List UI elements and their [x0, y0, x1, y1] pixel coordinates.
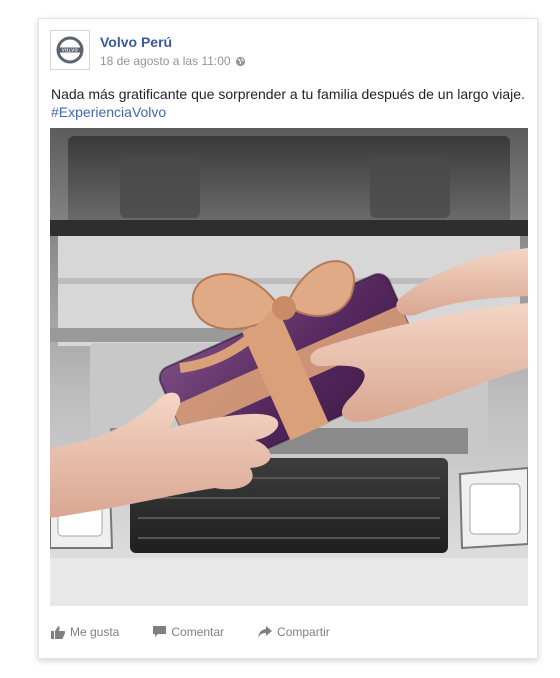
share-label: Compartir [277, 625, 330, 639]
post-text: Nada más gratificante que sorprender a t… [51, 85, 527, 121]
comment-button[interactable]: Comentar [153, 625, 224, 639]
volvo-logo: VOLVO [56, 36, 84, 64]
globe-icon[interactable] [235, 56, 246, 67]
svg-text:VOLVO: VOLVO [62, 48, 79, 53]
share-icon [258, 626, 273, 638]
hashtag-link[interactable]: #ExperienciaVolvo [51, 104, 166, 120]
post-body-text: Nada más gratificante que sorprender a t… [51, 86, 525, 102]
comment-icon [153, 626, 167, 637]
post-card: VOLVO Volvo Perú 18 de agosto a las 11:0… [38, 18, 538, 659]
thumbs-up-icon [51, 625, 65, 639]
page-name-link[interactable]: Volvo Perú [100, 34, 172, 50]
post-photo[interactable] [50, 128, 528, 606]
post-actions: Me gusta Comentar Compartir [51, 625, 364, 639]
truck-gift-image [50, 128, 528, 606]
share-button[interactable]: Compartir [258, 625, 330, 639]
post-meta: 18 de agosto a las 11:00 [100, 54, 246, 68]
like-label: Me gusta [70, 625, 120, 639]
post-timestamp[interactable]: 18 de agosto a las 11:00 [100, 54, 231, 68]
like-button[interactable]: Me gusta [51, 625, 119, 639]
page-avatar[interactable]: VOLVO [50, 30, 90, 70]
comment-label: Comentar [171, 625, 225, 639]
